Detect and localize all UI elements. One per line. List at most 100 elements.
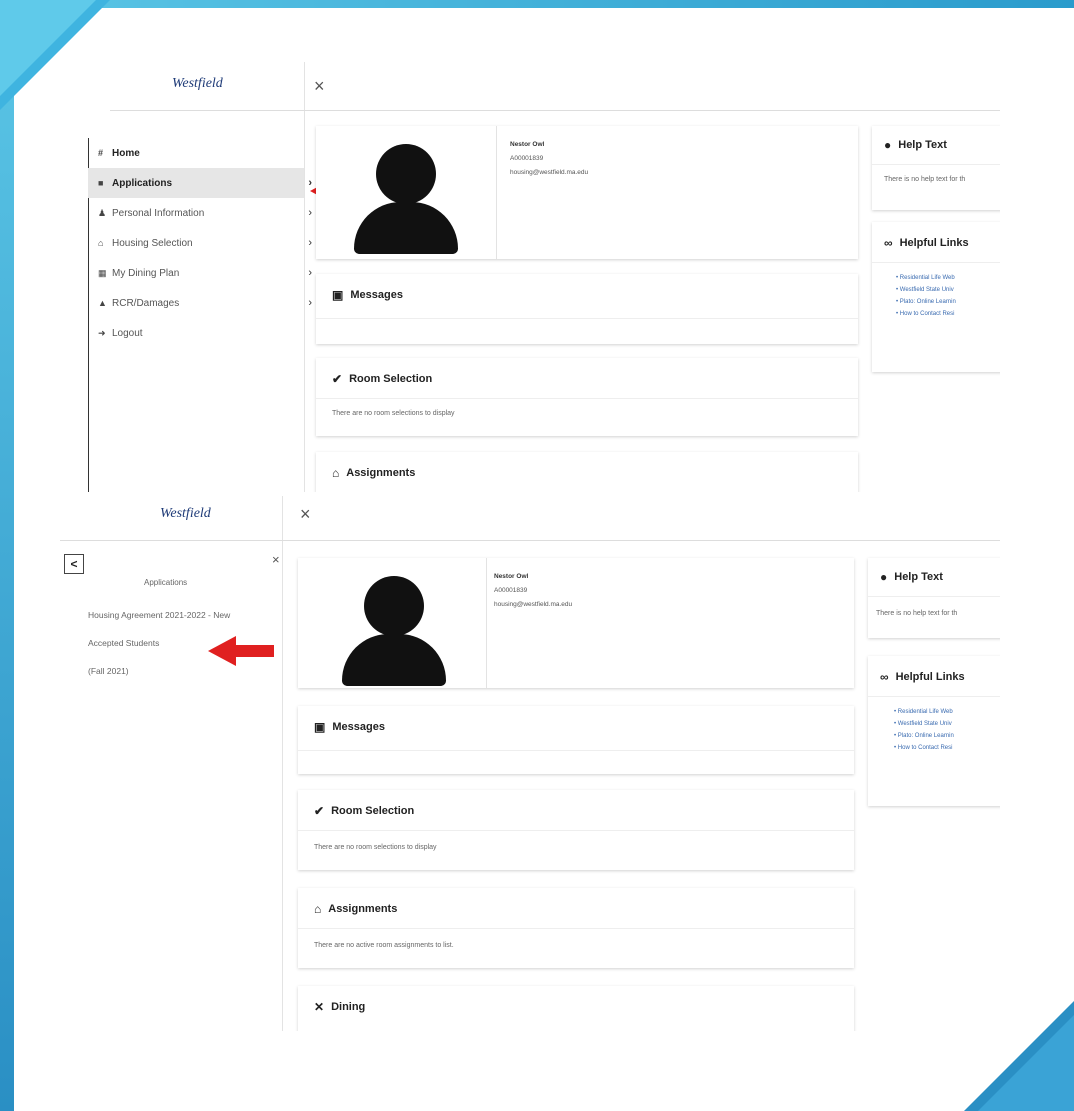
- helpful-link[interactable]: • Plato: Online Learnin: [894, 730, 954, 742]
- card-divider: [872, 262, 1000, 263]
- avatar: [332, 576, 456, 686]
- help-text-title-label: Help Text: [898, 139, 947, 151]
- assignments-title: ⌂ Assignments: [314, 902, 397, 916]
- sidebar-item-rcr-damages[interactable]: ▲ RCR/Damages ›: [88, 288, 312, 318]
- chevron-right-icon: ›: [308, 237, 312, 249]
- check-circle-icon: ✔: [332, 372, 343, 386]
- utensils-icon: ✕: [314, 1000, 325, 1014]
- chevron-right-icon: ›: [308, 267, 312, 279]
- room-selection-title-label: Room Selection: [349, 373, 433, 385]
- help-text-body: There is no help text for th: [876, 610, 958, 617]
- submenu-item-fall-2021[interactable]: (Fall 2021): [88, 666, 129, 676]
- profile-email: housing@westfield.ma.edu: [510, 169, 589, 176]
- screenshot-bottom: Westfield × < × Applications Housing Agr…: [60, 496, 1000, 1031]
- avatar: [344, 144, 468, 254]
- sidebar-item-label: Housing Selection: [112, 237, 193, 249]
- sidebar-divider: [304, 62, 305, 492]
- help-text-title-label: Help Text: [894, 571, 943, 583]
- helpful-link[interactable]: • Plato: Online Learnin: [896, 296, 956, 308]
- sidebar-item-label: Personal Information: [112, 207, 205, 219]
- chevron-right-icon: ›: [308, 207, 312, 219]
- help-text-card: ● Help Text There is no help text for th: [868, 558, 1000, 638]
- card-divider: [298, 830, 854, 831]
- messages-card: ▣ Messages: [298, 706, 854, 774]
- card-divider: [316, 398, 858, 399]
- application-icon: ■: [98, 178, 104, 188]
- close-icon[interactable]: ×: [272, 552, 280, 567]
- helpful-links-title: ∞ Helpful Links: [880, 670, 965, 684]
- home-icon: ⌂: [332, 466, 340, 480]
- helpful-link[interactable]: • Residential Life Web: [896, 272, 956, 284]
- check-circle-icon: ✔: [314, 804, 325, 818]
- helpful-link[interactable]: • Residential Life Web: [894, 706, 954, 718]
- helpful-link[interactable]: • Westfield State Univ: [894, 718, 954, 730]
- sidebar-item-home[interactable]: # Home: [88, 138, 304, 168]
- room-selection-card: ✔ Room Selection There are no room selec…: [298, 790, 854, 870]
- logout-icon: ➜: [98, 327, 106, 338]
- info-icon: ●: [880, 570, 888, 584]
- close-icon[interactable]: ×: [314, 76, 325, 97]
- messages-card: ▣ Messages: [316, 274, 858, 344]
- dining-icon: ▦: [98, 267, 107, 278]
- assignments-title-label: Assignments: [346, 467, 416, 479]
- frame-top-border: [0, 0, 1074, 8]
- room-selection-card: ✔ Room Selection There are no room selec…: [316, 358, 858, 436]
- assignments-card: ⌂ Assignments: [316, 452, 858, 492]
- screenshot-top: Westfield × # Home ■ Applications › ♟ Pe…: [70, 62, 1000, 492]
- logo: Westfield: [172, 76, 223, 91]
- link-icon: ∞: [884, 236, 893, 250]
- messages-title-label: Messages: [332, 721, 385, 733]
- help-text-body: There is no help text for th: [884, 176, 966, 183]
- sidebar-item-label: Logout: [112, 327, 143, 339]
- home-icon: ⌂: [314, 902, 322, 916]
- help-text-title: ● Help Text: [884, 138, 947, 152]
- profile-name: Nestor Owl: [510, 141, 545, 148]
- info-icon: ●: [884, 138, 892, 152]
- back-button[interactable]: <: [64, 554, 84, 574]
- sidebar-item-dining-plan[interactable]: ▦ My Dining Plan ›: [88, 258, 312, 288]
- profile-name: Nestor Owl: [494, 573, 529, 580]
- helpful-link[interactable]: • How to Contact Resi: [896, 308, 956, 320]
- card-divider: [868, 696, 1000, 697]
- sidebar-divider: [282, 496, 283, 1031]
- profile-divider: [496, 126, 497, 259]
- chat-icon: ▣: [332, 288, 344, 302]
- bed-icon: ⌂: [98, 238, 104, 248]
- sidebar-nav: # Home ■ Applications › ♟ Personal Infor…: [88, 138, 312, 348]
- sidebar-item-housing-selection[interactable]: ⌂ Housing Selection ›: [88, 228, 312, 258]
- sidebar-item-applications[interactable]: ■ Applications ›: [88, 168, 312, 198]
- header-divider: [304, 110, 1000, 111]
- assignments-title: ⌂ Assignments: [332, 466, 415, 480]
- sidebar-item-logout[interactable]: ➜ Logout: [88, 318, 304, 348]
- red-arrow-annotation: [208, 636, 276, 666]
- link-icon: ∞: [880, 670, 889, 684]
- card-divider: [868, 596, 1000, 597]
- person-icon: ♟: [98, 207, 107, 218]
- helpful-links-title-label: Helpful Links: [895, 671, 965, 683]
- card-divider: [316, 318, 858, 319]
- messages-title: ▣ Messages: [314, 720, 385, 734]
- helpful-link[interactable]: • Westfield State Univ: [896, 284, 956, 296]
- close-icon[interactable]: ×: [300, 504, 311, 525]
- room-selection-title: ✔ Room Selection: [314, 804, 414, 818]
- header-divider: [60, 540, 1000, 541]
- submenu-item-accepted-students[interactable]: Accepted Students: [88, 638, 159, 648]
- sidebar-item-label: My Dining Plan: [112, 267, 180, 279]
- sidebar-item-label: Home: [112, 147, 140, 159]
- room-selection-body: There are no room selections to display: [314, 844, 437, 851]
- sidebar-item-label: RCR/Damages: [112, 297, 180, 309]
- submenu-item-housing-agreement[interactable]: Housing Agreement 2021-2022 - New: [88, 610, 230, 620]
- card-divider: [298, 928, 854, 929]
- card-divider: [872, 164, 1000, 165]
- helpful-links-title-label: Helpful Links: [899, 237, 969, 249]
- chat-icon: ▣: [314, 720, 326, 734]
- sidebar-item-personal-information[interactable]: ♟ Personal Information ›: [88, 198, 312, 228]
- helpful-links-list: • Residential Life Web • Westfield State…: [894, 706, 954, 754]
- help-text-card: ● Help Text There is no help text for th: [872, 126, 1000, 210]
- assignments-title-label: Assignments: [328, 903, 398, 915]
- profile-id: A00001839: [510, 155, 544, 162]
- logo-divider: [110, 110, 310, 111]
- assignments-card: ⌂ Assignments There are no active room a…: [298, 888, 854, 968]
- room-selection-title-label: Room Selection: [331, 805, 415, 817]
- helpful-link[interactable]: • How to Contact Resi: [894, 742, 954, 754]
